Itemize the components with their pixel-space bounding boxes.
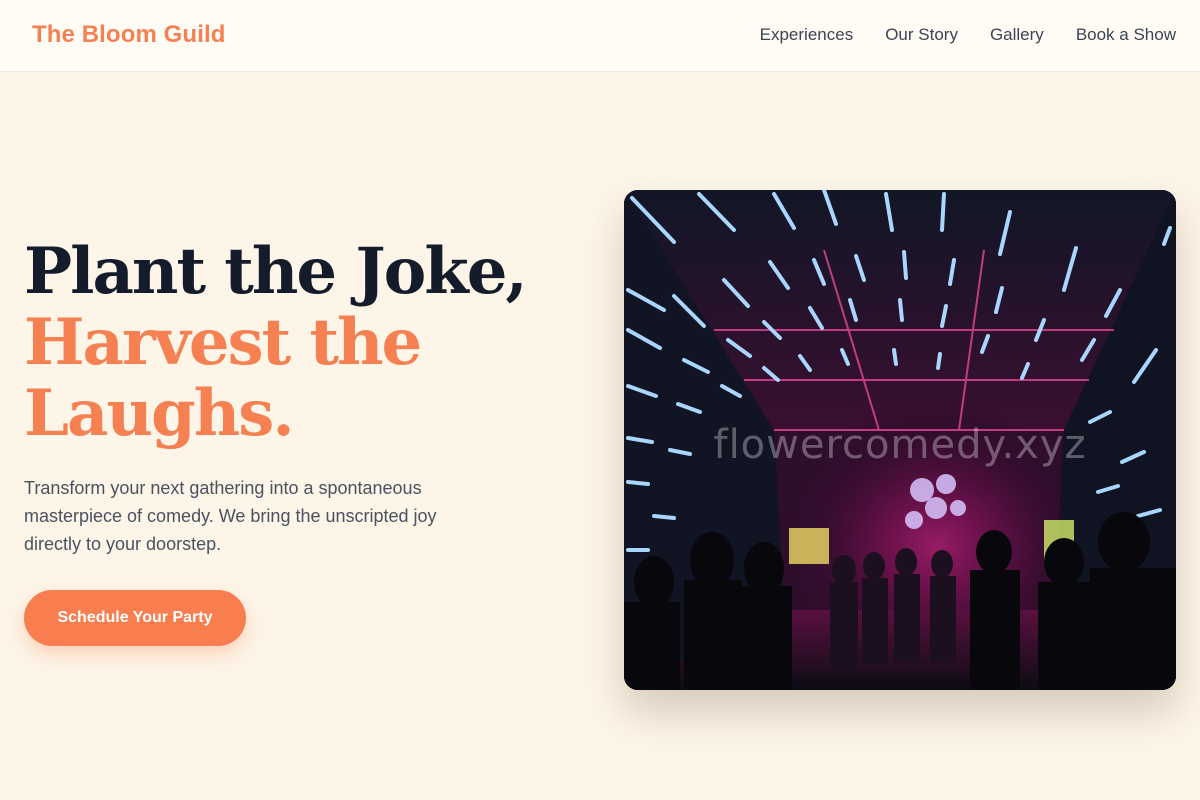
hero-image: flowercomedy.xyz [624,190,1176,690]
nav-link-gallery[interactable]: Gallery [990,24,1044,46]
headline-line-3: Laughs. [24,376,295,451]
hero-headline: Plant the Joke, Harvest the Laughs. [24,236,584,449]
hero-description: Transform your next gathering into a spo… [24,478,437,554]
image-watermark: flowercomedy.xyz [713,422,1087,468]
headline-line-2: Harvest the [24,305,422,380]
nav-link-our-story[interactable]: Our Story [885,24,958,46]
main-nav: Experiences Our Story Gallery Book a Sho… [728,24,1176,46]
site-logo[interactable]: The Bloom Guild [32,21,226,49]
headline-line-1: Plant the Joke, [24,234,528,309]
schedule-party-button[interactable]: Schedule Your Party [24,590,246,646]
site-header: The Bloom Guild Experiences Our Story Ga… [0,0,1200,72]
nav-link-experiences[interactable]: Experiences [760,24,854,46]
nav-link-book-a-show[interactable]: Book a Show [1076,24,1176,46]
